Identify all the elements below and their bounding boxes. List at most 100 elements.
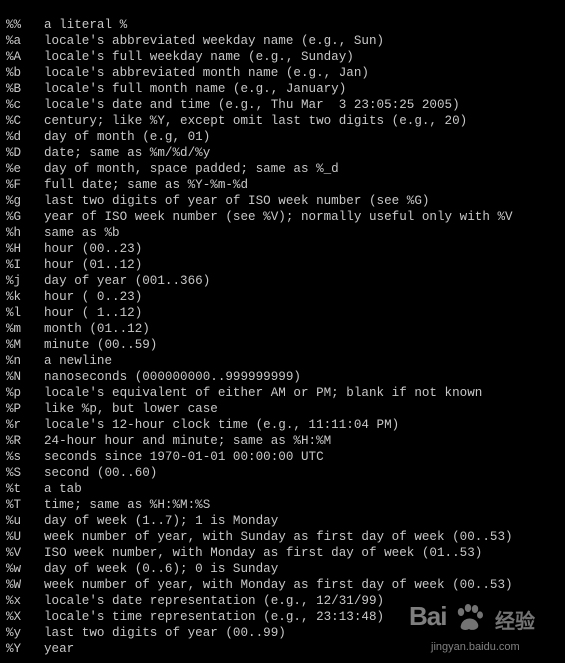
terminal-line: %% a literal % bbox=[6, 17, 565, 33]
format-description: 24-hour hour and minute; same as %H:%M bbox=[44, 434, 332, 448]
format-description: locale's full weekday name (e.g., Sunday… bbox=[44, 50, 354, 64]
format-description: locale's full month name (e.g., January) bbox=[44, 82, 347, 96]
terminal-line: %V ISO week number, with Monday as first … bbox=[6, 545, 565, 561]
format-description: hour ( 0..23) bbox=[44, 290, 143, 304]
format-description: week number of year, with Monday as firs… bbox=[44, 578, 513, 592]
format-specifier: %g bbox=[6, 194, 22, 208]
format-description: day of year (001..366) bbox=[44, 274, 211, 288]
format-description: locale's abbreviated month name (e.g., J… bbox=[44, 66, 369, 80]
terminal-output: %% a literal % %a locale's abbreviated week… bbox=[0, 0, 565, 663]
terminal-line: %e day of month, space padded; same as %_… bbox=[6, 161, 565, 177]
terminal-line: %s seconds since 1970-01-01 00:00:00 UTC bbox=[6, 449, 565, 465]
terminal-line: %H hour (00..23) bbox=[6, 241, 565, 257]
format-specifier: %N bbox=[6, 370, 22, 384]
format-description: same as %b bbox=[44, 226, 120, 240]
format-description: like %p, but lower case bbox=[44, 402, 218, 416]
format-description: a literal % bbox=[44, 18, 128, 32]
terminal-line: %B locale's full month name (e.g., Januar… bbox=[6, 81, 565, 97]
terminal-line: %t a tab bbox=[6, 481, 565, 497]
terminal-line: %W week number of year, with Monday as fi… bbox=[6, 577, 565, 593]
format-specifier: %F bbox=[6, 178, 22, 192]
terminal-line: %A locale's full weekday name (e.g., Sund… bbox=[6, 49, 565, 65]
format-description: locale's 12-hour clock time (e.g., 11:11… bbox=[44, 418, 400, 432]
format-specifier: %G bbox=[6, 210, 22, 224]
format-description: year of ISO week number (see %V); normal… bbox=[44, 210, 513, 224]
format-specifier: %C bbox=[6, 114, 22, 128]
format-specifier: %H bbox=[6, 242, 22, 256]
terminal-line: %T time; same as %H:%M:%S bbox=[6, 497, 565, 513]
format-specifier: %S bbox=[6, 466, 22, 480]
terminal-line: %G year of ISO week number (see %V); norm… bbox=[6, 209, 565, 225]
terminal-line: %j day of year (001..366) bbox=[6, 273, 565, 289]
terminal-line: %h same as %b bbox=[6, 225, 565, 241]
terminal-line: %r locale's 12-hour clock time (e.g., 11:… bbox=[6, 417, 565, 433]
terminal-line: %u day of week (1..7); 1 is Monday bbox=[6, 513, 565, 529]
format-specifier: %X bbox=[6, 610, 22, 624]
format-specifier: %a bbox=[6, 34, 22, 48]
format-specifier: %u bbox=[6, 514, 22, 528]
format-description: ISO week number, with Monday as first da… bbox=[44, 546, 483, 560]
format-description: day of week (0..6); 0 is Sunday bbox=[44, 562, 279, 576]
format-specifier: %U bbox=[6, 530, 22, 544]
terminal-line: %U week number of year, with Sunday as fi… bbox=[6, 529, 565, 545]
format-specifier: %d bbox=[6, 130, 22, 144]
format-description: day of week (1..7); 1 is Monday bbox=[44, 514, 279, 528]
terminal-line: %N nanoseconds (000000000..999999999) bbox=[6, 369, 565, 385]
terminal-line: %a locale's abbreviated weekday name (e.g… bbox=[6, 33, 565, 49]
format-description: date; same as %m/%d/%y bbox=[44, 146, 211, 160]
format-description: a newline bbox=[44, 354, 113, 368]
terminal-line: %d day of month (e.g, 01) bbox=[6, 129, 565, 145]
format-specifier: %l bbox=[6, 306, 22, 320]
format-specifier: %W bbox=[6, 578, 22, 592]
watermark-logo-text: Bai bbox=[409, 601, 447, 631]
format-description: week number of year, with Sunday as firs… bbox=[44, 530, 513, 544]
format-description: last two digits of year of ISO week numb… bbox=[44, 194, 430, 208]
format-specifier: %s bbox=[6, 450, 22, 464]
format-description: seconds since 1970-01-01 00:00:00 UTC bbox=[44, 450, 324, 464]
format-specifier: %b bbox=[6, 66, 22, 80]
format-description: full date; same as %Y-%m-%d bbox=[44, 178, 249, 192]
terminal-line: %n a newline bbox=[6, 353, 565, 369]
format-description: time; same as %H:%M:%S bbox=[44, 498, 211, 512]
format-specifier: %Y bbox=[6, 642, 22, 656]
format-specifier: %w bbox=[6, 562, 22, 576]
format-specifier: %e bbox=[6, 162, 22, 176]
terminal-line: %w day of week (0..6); 0 is Sunday bbox=[6, 561, 565, 577]
format-description: a tab bbox=[44, 482, 82, 496]
format-specifier: %c bbox=[6, 98, 22, 112]
format-specifier: %I bbox=[6, 258, 22, 272]
format-description: day of month (e.g, 01) bbox=[44, 130, 211, 144]
format-description: day of month, space padded; same as %_d bbox=[44, 162, 339, 176]
format-specifier: %h bbox=[6, 226, 22, 240]
terminal-line: %C century; like %Y, except omit last two… bbox=[6, 113, 565, 129]
format-description: locale's date and time (e.g., Thu Mar 3 … bbox=[44, 98, 460, 112]
format-description: hour (01..12) bbox=[44, 258, 143, 272]
format-description: locale's abbreviated weekday name (e.g.,… bbox=[44, 34, 385, 48]
terminal-line: %P like %p, but lower case bbox=[6, 401, 565, 417]
format-specifier: %V bbox=[6, 546, 22, 560]
format-specifier: %R bbox=[6, 434, 22, 448]
format-specifier: %B bbox=[6, 82, 22, 96]
watermark-url: jingyan.baidu.com bbox=[431, 641, 520, 653]
format-specifier: %x bbox=[6, 594, 22, 608]
format-specifier: %k bbox=[6, 290, 22, 304]
format-specifier: %t bbox=[6, 482, 22, 496]
terminal-line: %S second (00..60) bbox=[6, 465, 565, 481]
format-specifier: %y bbox=[6, 626, 22, 640]
format-description: minute (00..59) bbox=[44, 338, 158, 352]
terminal-line: %I hour (01..12) bbox=[6, 257, 565, 273]
terminal-line: %m month (01..12) bbox=[6, 321, 565, 337]
format-specifier: %r bbox=[6, 418, 22, 432]
format-specifier: %m bbox=[6, 322, 22, 336]
format-description: hour (00..23) bbox=[44, 242, 143, 256]
terminal-line: %c locale's date and time (e.g., Thu Mar … bbox=[6, 97, 565, 113]
format-specifier: %j bbox=[6, 274, 22, 288]
format-description: month (01..12) bbox=[44, 322, 150, 336]
format-specifier: %n bbox=[6, 354, 22, 368]
format-specifier: %D bbox=[6, 146, 22, 160]
format-description: hour ( 1..12) bbox=[44, 306, 143, 320]
format-specifier: %M bbox=[6, 338, 22, 352]
format-description: century; like %Y, except omit last two d… bbox=[44, 114, 468, 128]
format-description: second (00..60) bbox=[44, 466, 158, 480]
baidu-jingyan-watermark: Bai 经验 jingyan.baidu.com bbox=[407, 601, 557, 659]
